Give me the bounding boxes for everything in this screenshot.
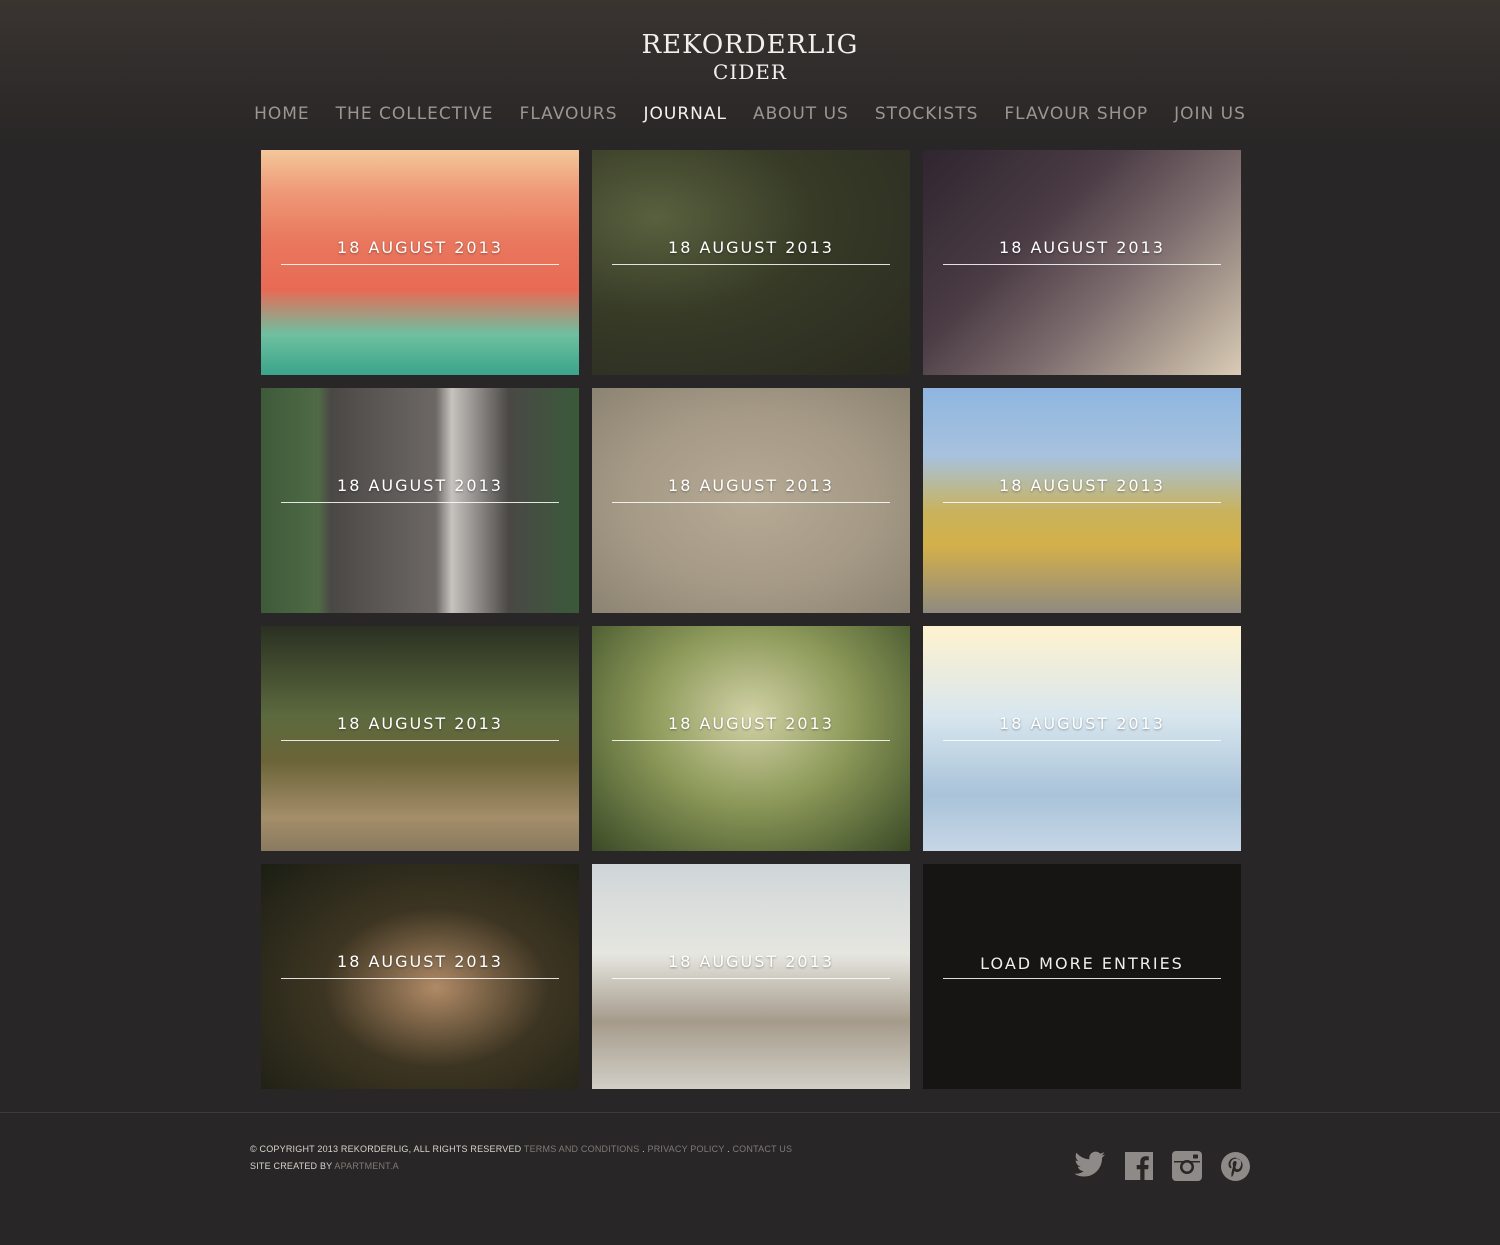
load-more-button[interactable]: LOAD MORE ENTRIES xyxy=(923,864,1241,1089)
brand-name: REKORDERLIG xyxy=(641,30,859,60)
entry-date: 18 AUGUST 2013 xyxy=(999,238,1165,257)
nav-home[interactable]: HOME xyxy=(254,104,310,124)
nav-journal[interactable]: JOURNAL xyxy=(644,104,727,124)
copyright-text: © COPYRIGHT 2013 REKORDERLIG, ALL RIGHTS… xyxy=(250,1144,522,1154)
entry-date: 18 AUGUST 2013 xyxy=(337,238,503,257)
entry-divider xyxy=(612,502,890,503)
journal-entry[interactable]: 18 AUGUST 2013 xyxy=(261,626,579,851)
entry-image xyxy=(592,864,910,1089)
load-more-divider xyxy=(943,978,1221,979)
journal-entry[interactable]: 18 AUGUST 2013 xyxy=(923,150,1241,375)
entry-date: 18 AUGUST 2013 xyxy=(668,476,834,495)
entry-divider xyxy=(943,502,1221,503)
entry-divider xyxy=(281,502,559,503)
entry-image xyxy=(923,150,1241,375)
entry-image xyxy=(261,864,579,1089)
journal-entry[interactable]: 18 AUGUST 2013 xyxy=(592,150,910,375)
privacy-link[interactable]: PRIVACY POLICY xyxy=(648,1144,725,1154)
entry-image xyxy=(592,388,910,613)
journal-grid: 18 AUGUST 2013 18 AUGUST 2013 18 AUGUST … xyxy=(261,150,1241,1090)
entry-divider xyxy=(281,978,559,979)
journal-entry[interactable]: 18 AUGUST 2013 xyxy=(261,864,579,1089)
entry-divider xyxy=(612,740,890,741)
entry-image xyxy=(592,626,910,851)
entry-date: 18 AUGUST 2013 xyxy=(668,238,834,257)
entry-divider xyxy=(281,740,559,741)
footer-separator: . xyxy=(727,1144,730,1154)
journal-entry[interactable]: 18 AUGUST 2013 xyxy=(592,626,910,851)
nav-about-us[interactable]: ABOUT US xyxy=(753,104,849,124)
agency-link[interactable]: APARTMENT.A xyxy=(334,1161,398,1171)
entry-image xyxy=(923,626,1241,851)
brand-subtitle: CIDER xyxy=(713,60,787,84)
footer-separator: . xyxy=(642,1144,645,1154)
entry-image xyxy=(261,626,579,851)
entry-divider xyxy=(943,264,1221,265)
contact-link[interactable]: CONTACT US xyxy=(732,1144,792,1154)
brand-logo[interactable]: REKORDERLIG CIDER xyxy=(0,32,1500,82)
nav-flavour-shop[interactable]: FLAVOUR SHOP xyxy=(1004,104,1148,124)
entry-date: 18 AUGUST 2013 xyxy=(999,714,1165,733)
entry-date: 18 AUGUST 2013 xyxy=(668,714,834,733)
entry-divider xyxy=(612,978,890,979)
entry-date: 18 AUGUST 2013 xyxy=(337,714,503,733)
journal-entry[interactable]: 18 AUGUST 2013 xyxy=(923,388,1241,613)
instagram-icon[interactable] xyxy=(1172,1151,1202,1181)
entry-date: 18 AUGUST 2013 xyxy=(337,476,503,495)
facebook-icon[interactable] xyxy=(1125,1152,1153,1180)
entry-date: 18 AUGUST 2013 xyxy=(668,952,834,971)
journal-entry[interactable]: 18 AUGUST 2013 xyxy=(592,388,910,613)
journal-entry[interactable]: 18 AUGUST 2013 xyxy=(261,388,579,613)
journal-entry[interactable]: 18 AUGUST 2013 xyxy=(923,626,1241,851)
footer xyxy=(0,1113,1500,1245)
entry-image xyxy=(261,150,579,375)
footer-legal: © COPYRIGHT 2013 REKORDERLIG, ALL RIGHTS… xyxy=(250,1141,792,1175)
nav-join-us[interactable]: JOIN US xyxy=(1174,104,1246,124)
entry-date: 18 AUGUST 2013 xyxy=(337,952,503,971)
journal-entry[interactable]: 18 AUGUST 2013 xyxy=(261,150,579,375)
twitter-icon[interactable] xyxy=(1074,1150,1106,1180)
entry-divider xyxy=(943,740,1221,741)
entry-image xyxy=(592,150,910,375)
entry-date: 18 AUGUST 2013 xyxy=(999,476,1165,495)
terms-link[interactable]: TERMS AND CONDITIONS xyxy=(524,1144,640,1154)
entry-image xyxy=(923,388,1241,613)
load-more-label: LOAD MORE ENTRIES xyxy=(980,954,1184,973)
nav-the-collective[interactable]: THE COLLECTIVE xyxy=(336,104,494,124)
entry-divider xyxy=(612,264,890,265)
main-nav: HOME THE COLLECTIVE FLAVOURS JOURNAL ABO… xyxy=(0,104,1500,124)
nav-stockists[interactable]: STOCKISTS xyxy=(875,104,979,124)
journal-entry[interactable]: 18 AUGUST 2013 xyxy=(592,864,910,1089)
nav-flavours[interactable]: FLAVOURS xyxy=(520,104,618,124)
site-credit-label: SITE CREATED BY xyxy=(250,1161,333,1171)
entry-image xyxy=(261,388,579,613)
pinterest-icon[interactable] xyxy=(1221,1152,1250,1181)
entry-divider xyxy=(281,264,559,265)
